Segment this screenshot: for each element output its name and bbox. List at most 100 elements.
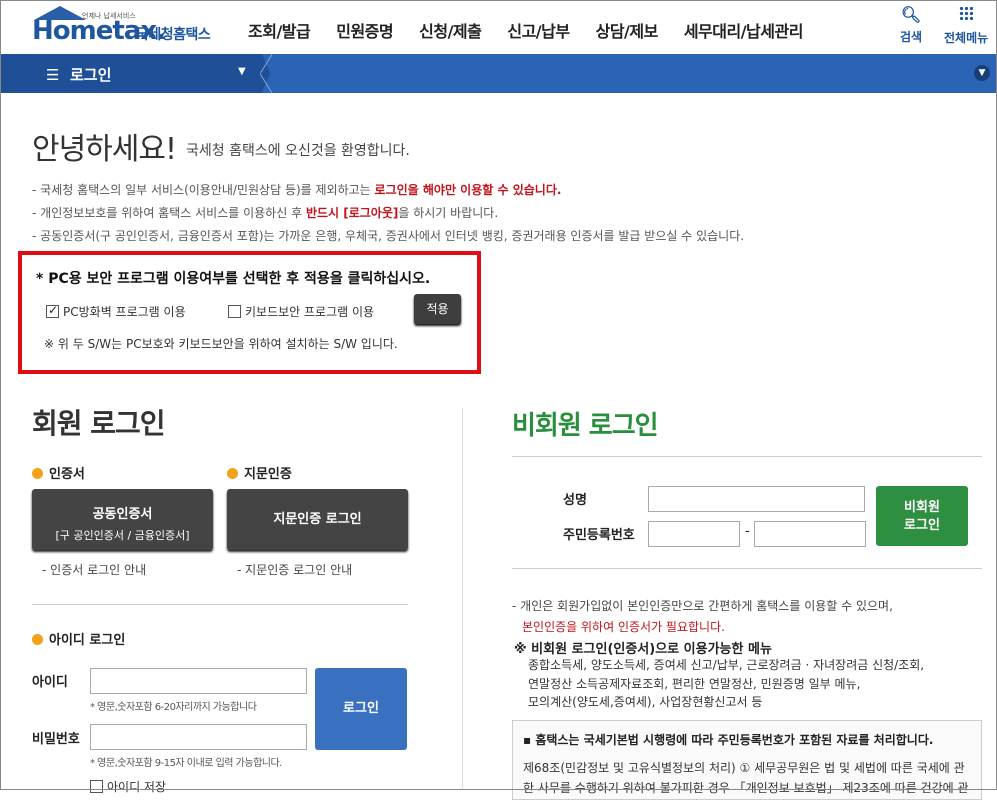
- search-icon: 🔍︎: [900, 5, 922, 24]
- search-label: 검색: [900, 30, 923, 44]
- nav-item-apply[interactable]: 신청/제출: [419, 18, 482, 42]
- id-login-heading: 아이디 로그인: [32, 629, 125, 648]
- privacy-info-text: 제68조(민감정보 및 고유식별정보의 처리) ① 세무공무원은 법 및 세법에…: [523, 761, 969, 795]
- cert-button-subtitle: [구 공인인증서 / 금융인증서]: [55, 529, 190, 542]
- nav-item-report-pay[interactable]: 신고/납부: [507, 18, 570, 42]
- firewall-checkbox[interactable]: PC방화벽 프로그램 이용: [46, 303, 186, 320]
- available-menu-line: 모의계산(양도세,증여세), 사업장현황신고서 등: [528, 695, 763, 709]
- search-button[interactable]: 🔍︎ 검색: [900, 6, 922, 45]
- notice-emphasis: 로그인을 해야만 이용할 수 있습니다.: [374, 183, 562, 197]
- nonmember-login-title: 비회원 로그인: [512, 411, 659, 441]
- notice-list: - 국세청 홈택스의 일부 서비스(이용안내/민원상담 등)를 제외하고는 로그…: [32, 181, 744, 250]
- save-id-label: 아이디 저장: [107, 780, 167, 794]
- column-divider: [462, 408, 463, 790]
- certificate-login-button[interactable]: 공동인증서 [구 공인인증서 / 금융인증서]: [32, 489, 213, 550]
- name-label: 성명: [563, 493, 587, 508]
- rrn-separator: -: [745, 524, 750, 539]
- security-program-box: * PC용 보안 프로그램 이용여부를 선택한 후 적용을 클릭하십시오. PC…: [18, 251, 481, 374]
- login-button[interactable]: 로그인: [315, 668, 407, 750]
- fingerprint-guide-label: 지문인증 로그인 안내: [245, 563, 353, 577]
- id-hint: * 영문,숫자포함 6-20자리까지 가능합니다: [90, 702, 257, 713]
- nonmember-note-emphasis: 본인인증을 위하여 인증서가 필요합니다.: [522, 620, 725, 634]
- notice-item: - 공동인증서(구 공인인증서, 금융인증서 포함)는 가까운 은행, 우체국,…: [32, 229, 745, 243]
- welcome-title: 안녕하세요!: [32, 132, 177, 167]
- section-divider: [32, 604, 408, 605]
- caret-down-icon: ▼: [238, 66, 246, 77]
- nav-item-consult[interactable]: 상담/제보: [596, 18, 659, 42]
- cert-heading: 인증서: [32, 463, 85, 482]
- nonmember-notes: - 개인은 회원가입없이 본인인증만으로 간편하게 홈택스를 이용할 수 있으며…: [512, 597, 893, 635]
- privacy-info-title: ▪ 홈택스는 국세기본법 시행령에 따라 주민등록번호가 포함된 자료를 처리합…: [523, 733, 934, 747]
- firewall-label: PC방화벽 프로그램 이용: [63, 305, 186, 319]
- notice-item: - 국세청 홈택스의 일부 서비스(이용안내/민원상담 등)를 제외하고는 로그…: [32, 183, 562, 197]
- cert-guide-label: 인증서 로그인 안내: [50, 563, 147, 577]
- grid-menu-icon: [959, 6, 974, 20]
- location-bar: ☰ 로그인 ▼ ▼: [0, 54, 997, 93]
- rrn-back-input[interactable]: [754, 521, 866, 547]
- fingerprint-guide-link[interactable]: - 지문인증 로그인 안내: [237, 561, 352, 578]
- rrn-front-input[interactable]: [648, 521, 740, 547]
- security-title: * PC용 보안 프로그램 이용여부를 선택한 후 적용을 클릭하십시오.: [36, 271, 431, 287]
- chevron-down-icon[interactable]: ▼: [974, 65, 990, 81]
- bullet-icon: [32, 468, 43, 479]
- save-id-checkbox[interactable]: 아이디 저장: [90, 778, 166, 795]
- available-menu-list: 종합소득세, 양도소득세, 증여세 신고/납부, 근로장려금 · 자녀장려금 신…: [528, 656, 924, 712]
- keyboard-security-label: 키보드보안 프로그램 이용: [245, 305, 375, 319]
- password-label: 비밀번호: [32, 732, 80, 747]
- password-input[interactable]: [90, 724, 307, 750]
- section-divider: [512, 568, 982, 569]
- fingerprint-heading-label: 지문인증: [244, 467, 292, 482]
- cert-button-title: 공동인증서: [92, 507, 153, 522]
- privacy-info-title-text: 홈택스는 국세기본법 시행령에 따라 주민등록번호가 포함된 자료를 처리합니다…: [535, 733, 934, 747]
- available-menu-line: 연말정산 소득공제자료조회, 편리한 연말정산, 민원증명 일부 메뉴,: [528, 676, 861, 691]
- fingerprint-login-button[interactable]: 지문인증 로그인: [227, 489, 408, 550]
- nav-item-certificates[interactable]: 민원증명: [336, 18, 393, 42]
- main-nav: 조회/발급 민원증명 신청/제출 신고/납부 상담/제보 세무대리/납세관리: [248, 18, 829, 42]
- top-header: 언제나 납세서비스 Hometax. 국세청홈택스 조회/발급 민원증명 신청/…: [0, 0, 997, 54]
- checkbox-unchecked-icon[interactable]: [90, 780, 103, 793]
- nonmember-note: - 개인은 회원가입없이 본인인증만으로 간편하게 홈택스를 이용할 수 있으며…: [512, 599, 893, 613]
- name-input[interactable]: [648, 486, 865, 512]
- rrn-label: 주민등록번호: [563, 528, 635, 543]
- id-input[interactable]: [90, 668, 307, 694]
- fingerprint-heading: 지문인증: [227, 463, 292, 482]
- hamburger-icon: ☰: [46, 66, 60, 84]
- notice-text: 을 하시기 바랍니다.: [398, 206, 499, 220]
- notice-text: 국세청 홈택스의 일부 서비스(이용안내/민원상담 등)를 제외하고는: [40, 183, 375, 197]
- available-menu-title: ※ 비회원 로그인(인증서)으로 이용가능한 메뉴: [514, 642, 772, 657]
- nonmember-note-text: 개인은 회원가입없이 본인인증만으로 간편하게 홈택스를 이용할 수 있으며,: [520, 599, 893, 613]
- bullet-icon: [32, 634, 43, 645]
- nonmember-button-line2: 로그인: [904, 518, 940, 533]
- notice-emphasis: 반드시 [로그아웃]: [305, 206, 399, 220]
- available-menu-line: 종합소득세, 양도소득세, 증여세 신고/납부, 근로장려금 · 자녀장려금 신…: [528, 658, 925, 672]
- hometax-logo[interactable]: 언제나 납세서비스 Hometax. 국세청홈택스: [30, 6, 220, 48]
- member-login-title: 회원 로그인: [32, 407, 166, 440]
- nav-item-tax-agent[interactable]: 세무대리/납세관리: [684, 18, 804, 42]
- security-note: ※ 위 두 S/W는 PC보호와 키보드보안을 위하여 설치하는 S/W 입니다…: [44, 337, 398, 351]
- id-login-heading-label: 아이디 로그인: [49, 633, 126, 648]
- checkbox-unchecked-icon[interactable]: [228, 305, 241, 318]
- welcome-subtitle: 국세청 홈택스에 오신것을 환영합니다.: [186, 143, 410, 159]
- cert-guide-link[interactable]: - 인증서 로그인 안내: [42, 561, 146, 578]
- keyboard-security-checkbox[interactable]: 키보드보안 프로그램 이용: [228, 303, 374, 320]
- privacy-info-box: ▪ 홈택스는 국세기본법 시행령에 따라 주민등록번호가 포함된 자료를 처리합…: [512, 720, 982, 800]
- checkbox-checked-icon[interactable]: [46, 303, 59, 318]
- apply-button[interactable]: 적용: [414, 294, 461, 324]
- password-hint: * 영문,숫자포함 9-15자 이내로 입력 가능합니다.: [90, 758, 282, 769]
- id-label: 아이디: [32, 675, 68, 690]
- breadcrumb-separator: [260, 54, 272, 93]
- bullet-icon: [227, 468, 238, 479]
- nonmember-button-line1: 비회원: [904, 500, 940, 515]
- all-menu-button[interactable]: 전체메뉴: [944, 6, 988, 46]
- notice-item: - 개인정보보호를 위하여 홈택스 서비스를 이용하신 후 반드시 [로그아웃]…: [32, 206, 499, 220]
- location-dropdown[interactable]: ☰ 로그인 ▼: [0, 54, 262, 93]
- notice-text: 공동인증서(구 공인인증서, 금융인증서 포함)는 가까운 은행, 우체국, 증…: [40, 229, 745, 243]
- notice-text: 개인정보보호를 위하여 홈택스 서비스를 이용하신 후: [40, 206, 306, 220]
- section-divider: [512, 456, 982, 457]
- cert-heading-label: 인증서: [49, 467, 85, 482]
- all-menu-label: 전체메뉴: [944, 31, 989, 45]
- logo-subtitle: 국세청홈택스: [136, 27, 211, 43]
- nav-item-lookup[interactable]: 조회/발급: [248, 18, 311, 42]
- location-title: 로그인: [70, 66, 112, 84]
- nonmember-login-button[interactable]: 비회원 로그인: [876, 486, 968, 546]
